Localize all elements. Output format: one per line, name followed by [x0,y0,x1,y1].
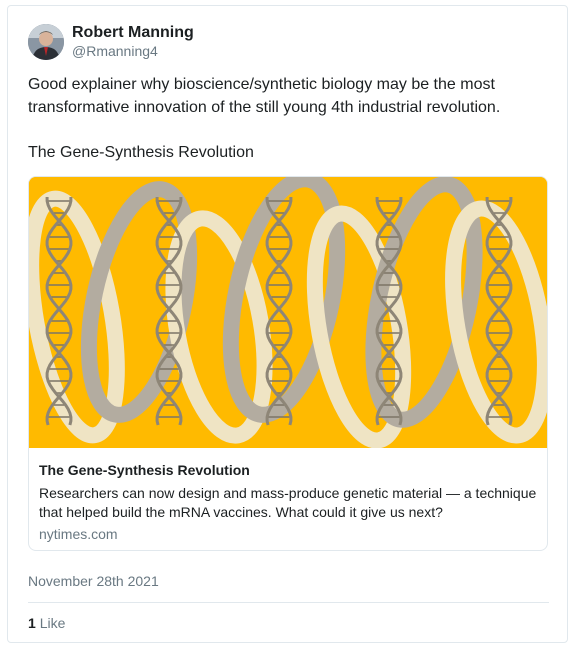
avatar-image [28,24,64,60]
author-handle[interactable]: @Rmanning4 [72,42,194,60]
like-count[interactable]: 1 Like [28,615,65,631]
card-domain: nytimes.com [39,526,118,542]
tweet-text: Good explainer why bioscience/synthetic … [28,76,501,161]
card-description: Researchers can now design and mass-prod… [39,485,537,520]
like-count-number: 1 [28,615,36,631]
tweet-header: Robert Manning @Rmanning4 [28,24,194,60]
like-label: Like [39,615,66,631]
author-display-name[interactable]: Robert Manning [72,24,194,42]
card-body: The Gene-Synthesis Revolution Researcher… [29,448,547,544]
card-title: The Gene-Synthesis Revolution [39,462,250,478]
author-names: Robert Manning @Rmanning4 [72,24,194,60]
avatar[interactable] [28,24,64,60]
link-card[interactable]: The Gene-Synthesis Revolution Researcher… [28,176,548,551]
card-image [29,177,547,448]
divider [28,602,549,603]
tweet-card: Robert Manning @Rmanning4 Good explainer… [7,5,568,643]
tweet-date[interactable]: November 28th 2021 [28,573,159,589]
